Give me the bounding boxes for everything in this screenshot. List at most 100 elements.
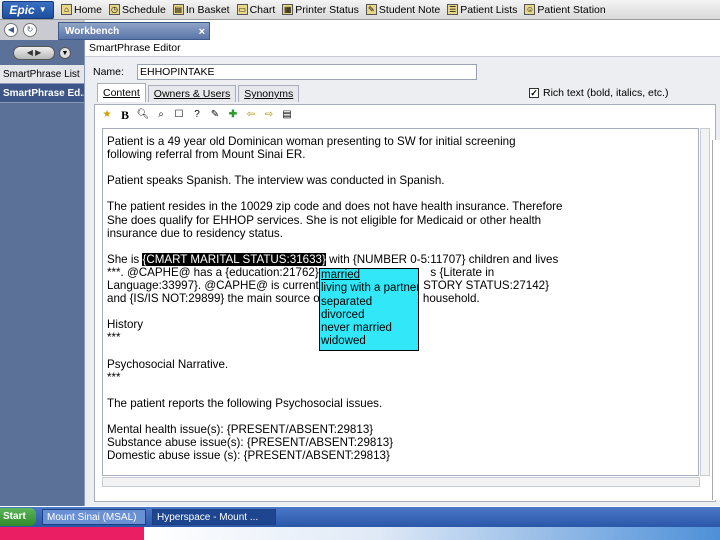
dropdown-option[interactable]: married — [321, 269, 418, 282]
arrow-right-icon[interactable]: ⇨ — [262, 108, 276, 122]
star-icon[interactable]: ★ — [100, 108, 114, 122]
editor-tabs: Content Owners & Users Synonyms — [97, 83, 301, 102]
dropdown-option[interactable]: divorced — [321, 309, 418, 322]
rich-text-label: Rich text (bold, italics, etc.) — [543, 87, 669, 99]
in-basket-icon: ▤ — [172, 4, 184, 15]
toolbar-patient-lists-button[interactable]: ☰ Patient Lists — [447, 4, 517, 16]
close-icon[interactable]: × — [199, 23, 205, 41]
tab-synonyms[interactable]: Synonyms — [238, 85, 300, 102]
toolbar-home-button[interactable]: ⌂ Home — [61, 4, 102, 16]
toolbar-label: Patient Station — [537, 3, 606, 16]
toolbar-chart-button[interactable]: ▭ Chart — [236, 3, 276, 16]
patient-lists-icon: ☰ — [447, 4, 459, 15]
rich-text-checkbox[interactable]: ✓ — [529, 88, 539, 98]
name-row: Name: — [93, 64, 477, 80]
text-line: *** — [107, 370, 121, 384]
sidebar-item-label: SmartPhrase List — [3, 69, 80, 80]
text-segment: with {NUMBER 0-5:11707} children and liv… — [325, 252, 559, 266]
text-line: insurance due to residency status. — [107, 226, 283, 240]
horizontal-scrollbar[interactable] — [102, 477, 700, 487]
text-segment: household. — [422, 292, 480, 306]
text-segment: ***. @CAPHE@ has a {education:21762} e — [107, 265, 329, 279]
toolbar-schedule-button[interactable]: ◷ Schedule — [109, 4, 166, 16]
find-icon[interactable]: 🔍︎ — [136, 108, 150, 122]
text-line: Domestic abuse issue (s): {PRESENT/ABSEN… — [107, 449, 390, 463]
text-line: Psychosocial Narrative. — [107, 357, 229, 371]
text-line: Patient speaks Spanish. The interview wa… — [107, 174, 445, 188]
text-line: following referral from Mount Sinai ER. — [107, 148, 306, 162]
format-icon[interactable]: ▤ — [280, 108, 294, 122]
toolbar-label: Printer Status — [295, 3, 359, 16]
insert-smartlist-icon[interactable]: ☐ — [172, 108, 186, 122]
back-arrow-icon[interactable]: ◀ — [4, 23, 18, 37]
toolbar-label: Patient Lists — [460, 3, 518, 16]
toolbar-printer-status-button[interactable]: ▦ Printer Status — [282, 4, 359, 16]
toolbar-student-note-button[interactable]: ✎ Student Note — [365, 3, 441, 16]
tab-content[interactable]: Content — [97, 83, 146, 102]
windows-taskbar: Start Mount Sinai (MSAL) Hyperspace - Mo… — [0, 507, 720, 527]
add-icon[interactable]: ✚ — [226, 108, 240, 122]
name-label: Name: — [93, 66, 124, 78]
text-line: She is {CMART MARITAL STATUS:31633} with… — [107, 252, 698, 266]
taskbar-item-label: Hyperspace - Mount ... — [157, 512, 259, 523]
taskbar-item-mount-sinai[interactable]: Mount Sinai (MSAL) — [42, 509, 146, 525]
workbench-tab[interactable]: Workbench × — [58, 22, 210, 40]
tab-row-filler — [210, 20, 720, 40]
toolbar-label: Home — [74, 3, 103, 16]
format-toolbar: ★ B 🔍︎ ⌕ ☐ ? ✎ ✚ ⇦ ⇨ ▤ — [95, 105, 715, 125]
name-input[interactable] — [137, 64, 477, 80]
dropdown-option[interactable]: living with a partner — [321, 282, 418, 295]
arrow-left-icon[interactable]: ⇦ — [244, 108, 258, 122]
tab-owners-users[interactable]: Owners & Users — [147, 85, 237, 102]
text-segment: She is — [107, 252, 143, 266]
decorative-gradient — [150, 527, 720, 540]
toolbar-label: Student Note — [378, 3, 441, 16]
sidebar-item-smartphrase-editor[interactable]: SmartPhrase Ed... — [0, 84, 84, 103]
toolbar-in-basket-button[interactable]: ▤ In Basket — [172, 3, 230, 16]
dropdown-option[interactable]: widowed — [321, 335, 418, 348]
workspace-tab-row: ◀ ↻ Workbench × — [0, 20, 720, 40]
taskbar-item-hyperspace[interactable]: Hyperspace - Mount ... — [152, 509, 276, 525]
selected-smartlist[interactable]: {CMART MARITAL STATUS:31633} — [142, 252, 326, 266]
toolbar-label: In Basket — [185, 3, 230, 16]
text-segment: STORY STATUS:27142} — [423, 279, 550, 293]
help-icon[interactable]: ? — [190, 108, 204, 122]
main-toolbar: Epic ▼ ⌂ Home ◷ Schedule ▤ In Basket ▭ Chart … — [0, 0, 720, 20]
sidebar-item-smartphrase-list[interactable]: SmartPhrase List — [0, 65, 84, 84]
marital-status-dropdown[interactable]: married living with a partner separated … — [319, 268, 419, 351]
insert-smartlink-icon[interactable]: ⌕ — [154, 108, 168, 122]
chevron-down-icon[interactable]: ▼ — [59, 46, 71, 59]
chevron-down-icon: ▼ — [38, 5, 47, 14]
toolbar-patient-station-button[interactable]: ☺ Patient Station — [524, 3, 606, 16]
epic-menu-button[interactable]: Epic ▼ — [2, 0, 54, 19]
taskbar-item-label: Mount Sinai (MSAL) — [47, 512, 137, 523]
start-button[interactable]: Start — [0, 508, 36, 526]
sidebar-nav-controls: ◀ ▶ ▼ — [0, 40, 84, 65]
workbench-tab-label: Workbench — [65, 26, 120, 37]
edit-icon[interactable]: ✎ — [208, 108, 222, 122]
epic-label: Epic — [9, 2, 35, 17]
chart-icon: ▭ — [236, 4, 248, 15]
back-forward-icon[interactable]: ◀ ▶ — [13, 45, 55, 60]
patient-station-icon: ☺ — [524, 4, 536, 15]
rich-text-option[interactable]: ✓ Rich text (bold, italics, etc.) — [529, 87, 668, 99]
text-line: The patient reports the following Psycho… — [107, 396, 383, 410]
editor-title: SmartPhrase Editor — [85, 40, 720, 57]
start-label: Start — [3, 511, 26, 522]
vertical-scrollbar[interactable] — [700, 128, 710, 476]
home-icon: ⌂ — [61, 4, 72, 15]
text-segment: Language:33997}. @CAPHE@ is currently — [107, 279, 328, 293]
bold-icon[interactable]: B — [118, 108, 132, 122]
toolbar-label: Chart — [249, 3, 276, 16]
refresh-icon[interactable]: ↻ — [23, 23, 37, 37]
text-line: Mental health issue(s): {PRESENT/ABSENT:… — [107, 423, 374, 437]
dropdown-option[interactable]: never married — [321, 322, 418, 335]
student-note-icon: ✎ — [365, 4, 377, 15]
dropdown-option[interactable]: separated — [321, 296, 418, 309]
text-line: The patient resides in the 10029 zip cod… — [107, 200, 563, 214]
text-segment: s {Literate in — [430, 265, 495, 279]
